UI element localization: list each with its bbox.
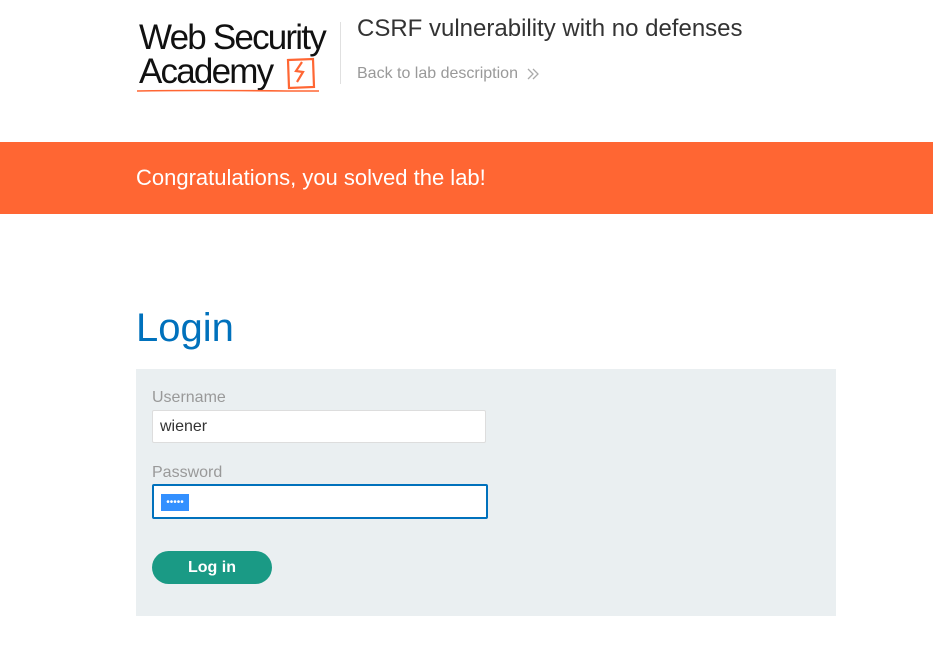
header-divider [340,22,341,84]
logo-underline-icon [137,89,319,92]
username-label: Username [152,389,226,406]
site-header: Web Security Academy CSRF vulnerability … [0,0,933,142]
logo-mark-icon [286,57,316,90]
double-chevron-right-icon [527,68,539,80]
lab-title: CSRF vulnerability with no defenses [357,15,743,42]
password-label: Password [152,464,223,481]
logo-line-2: Academy [139,52,274,91]
log-in-button[interactable]: Log in [152,551,272,584]
username-input[interactable] [152,410,486,443]
solved-banner: Congratulations, you solved the lab! [0,142,933,214]
password-input[interactable]: ••••• [152,484,488,519]
web-security-academy-logo[interactable]: Web Security Academy [137,16,337,96]
password-masked-value: ••••• [161,494,189,511]
banner-text: Congratulations, you solved the lab! [136,165,486,190]
logo-line-1: Web Security [139,18,327,57]
page-title: Login [136,306,234,350]
back-link-label: Back to lab description [357,65,518,82]
login-form: Username Password ••••• Log in [136,369,836,616]
back-to-lab-description-link[interactable]: Back to lab description [357,65,540,83]
